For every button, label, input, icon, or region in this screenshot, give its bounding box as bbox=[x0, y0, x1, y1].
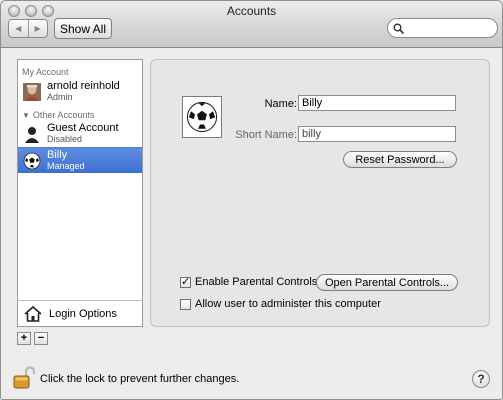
login-options-item[interactable]: Login Options bbox=[18, 300, 142, 326]
account-item-arnold[interactable]: arnold reinhold Admin bbox=[18, 79, 142, 105]
search-icon bbox=[393, 23, 404, 34]
checkbox-checked-icon: ✓ bbox=[180, 275, 191, 288]
house-icon bbox=[24, 305, 42, 322]
account-role: Managed bbox=[47, 160, 85, 171]
account-item-billy[interactable]: Billy Managed bbox=[18, 147, 142, 173]
account-name: Billy bbox=[47, 148, 68, 161]
account-name: Guest Account bbox=[47, 122, 119, 134]
search-field[interactable] bbox=[387, 18, 498, 38]
disclosure-triangle-icon[interactable]: ▼ bbox=[22, 111, 30, 120]
add-account-button[interactable]: + bbox=[17, 332, 31, 345]
accounts-list: My Account arnold reinhold Admin ▼ Other… bbox=[17, 59, 143, 327]
account-name: arnold reinhold bbox=[47, 80, 120, 92]
allow-administer-checkbox[interactable]: Allow user to administer this computer bbox=[180, 298, 381, 310]
remove-account-button[interactable]: − bbox=[34, 332, 48, 345]
name-label: Name: bbox=[264, 98, 297, 110]
show-all-button[interactable]: Show All bbox=[54, 18, 112, 39]
lock-icon[interactable] bbox=[13, 366, 36, 393]
allow-administer-label: Allow user to administer this computer bbox=[195, 298, 381, 310]
account-detail-panel: Name: Billy Short Name: billy Reset Pass… bbox=[150, 59, 490, 327]
titlebar: Accounts ◀ ▶ Show All bbox=[1, 1, 502, 48]
open-parental-controls-button[interactable]: Open Parental Controls... bbox=[316, 274, 458, 291]
other-accounts-label: Other Accounts bbox=[32, 110, 95, 120]
short-name-field: billy bbox=[298, 126, 456, 142]
account-role: Disabled bbox=[47, 134, 83, 144]
accounts-window: Accounts ◀ ▶ Show All My Account arnold … bbox=[0, 0, 503, 400]
help-button[interactable]: ? bbox=[472, 370, 490, 388]
person-silhouette-icon bbox=[23, 125, 41, 143]
short-name-label: Short Name: bbox=[235, 129, 297, 141]
soccer-ball-icon bbox=[23, 152, 41, 170]
account-item-guest[interactable]: Guest Account Disabled bbox=[18, 121, 142, 147]
enable-parental-controls-checkbox[interactable]: ✓ Enable Parental Controls bbox=[180, 276, 317, 288]
window-title: Accounts bbox=[226, 4, 277, 18]
forward-arrow-icon[interactable]: ▶ bbox=[27, 20, 48, 37]
name-field[interactable]: Billy bbox=[298, 95, 456, 111]
my-account-header: My Account bbox=[22, 67, 69, 77]
checkbox-unchecked-icon bbox=[180, 298, 191, 310]
back-arrow-icon[interactable]: ◀ bbox=[9, 20, 28, 37]
other-accounts-header: ▼ Other Accounts bbox=[22, 110, 94, 120]
lock-status-text: Click the lock to prevent further change… bbox=[40, 373, 240, 385]
account-role: Admin bbox=[47, 92, 73, 102]
user-photo-icon bbox=[23, 83, 41, 101]
reset-password-button[interactable]: Reset Password... bbox=[343, 151, 457, 168]
login-options-label: Login Options bbox=[49, 307, 117, 320]
enable-parental-controls-label: Enable Parental Controls bbox=[195, 276, 318, 288]
back-forward-control: ◀ ▶ bbox=[8, 19, 48, 38]
search-input[interactable] bbox=[407, 22, 487, 34]
